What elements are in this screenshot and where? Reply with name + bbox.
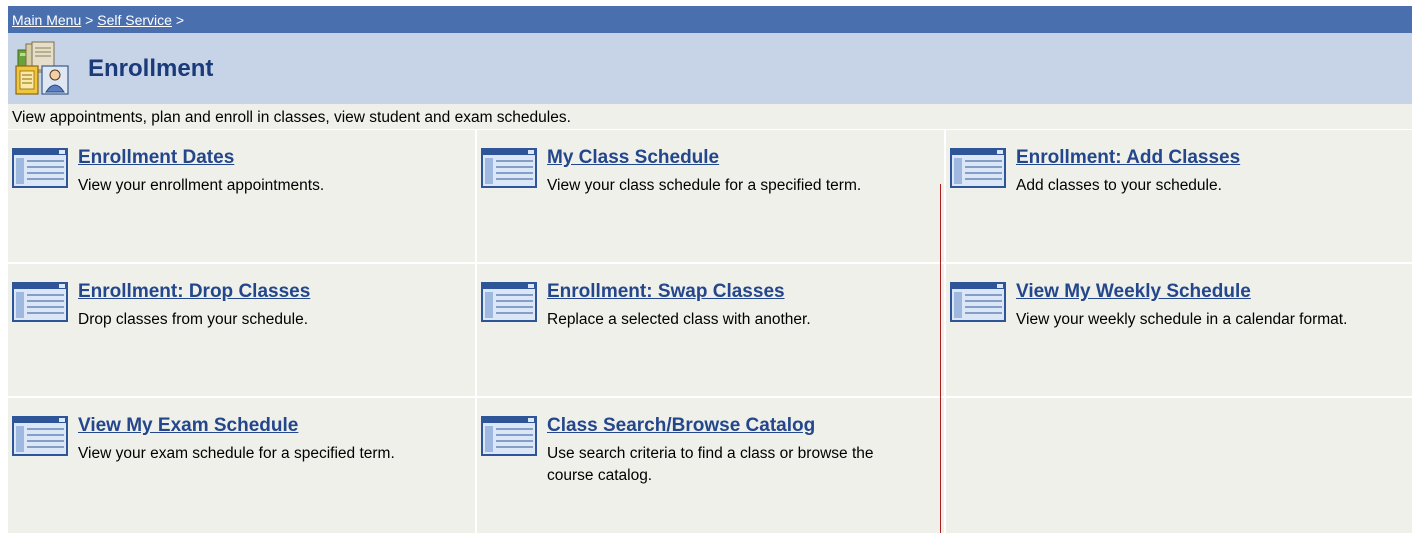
breadcrumb-separator: > xyxy=(85,12,94,28)
page-header: Enrollment xyxy=(8,33,1412,104)
link-description: Add classes to your schedule. xyxy=(1016,177,1222,194)
link-description: Use search criteria to find a class or b… xyxy=(547,445,874,484)
menu-item: Class Search/Browse Catalog Use search c… xyxy=(477,398,944,533)
breadcrumb-main-menu[interactable]: Main Menu xyxy=(12,12,81,28)
link-description: View your class schedule for a specified… xyxy=(547,177,862,194)
link-description: Replace a selected class with another. xyxy=(547,311,811,328)
link-description: View your exam schedule for a specified … xyxy=(78,445,395,462)
link-description: Drop classes from your schedule. xyxy=(78,311,309,328)
link-enrollment-dates[interactable]: Enrollment Dates xyxy=(78,147,234,169)
menu-item: Enrollment: Add Classes Add classes to y… xyxy=(946,130,1412,262)
page-icon xyxy=(12,282,68,322)
page-icon xyxy=(950,282,1006,322)
breadcrumb-separator: > xyxy=(175,12,185,28)
menu-item: Enrollment Dates View your enrollment ap… xyxy=(8,130,475,262)
link-my-class-schedule[interactable]: My Class Schedule xyxy=(547,147,719,169)
link-view-my-exam-schedule[interactable]: View My Exam Schedule xyxy=(78,415,298,437)
link-class-search-browse-catalog[interactable]: Class Search/Browse Catalog xyxy=(547,415,815,437)
menu-item: My Class Schedule View your class schedu… xyxy=(477,130,944,262)
page-title: Enrollment xyxy=(88,55,214,82)
menu-item: Enrollment: Drop Classes Drop classes fr… xyxy=(8,264,475,396)
link-enrollment-drop-classes[interactable]: Enrollment: Drop Classes xyxy=(78,281,310,303)
page-icon xyxy=(950,148,1006,188)
empty-cell xyxy=(946,398,1412,533)
page-icon xyxy=(481,282,537,322)
link-description: View your enrollment appointments. xyxy=(78,177,325,194)
page-icon xyxy=(12,416,68,456)
menu-item: View My Exam Schedule View your exam sch… xyxy=(8,398,475,533)
breadcrumb-self-service[interactable]: Self Service xyxy=(97,12,172,28)
vertical-divider-line xyxy=(940,184,941,533)
page-icon xyxy=(12,148,68,188)
page-description: View appointments, plan and enroll in cl… xyxy=(8,104,1412,130)
breadcrumb: Main Menu > Self Service > xyxy=(8,6,1412,33)
link-grid: Enrollment Dates View your enrollment ap… xyxy=(8,130,1412,533)
link-description: View your weekly schedule in a calendar … xyxy=(1016,311,1348,328)
link-enrollment-add-classes[interactable]: Enrollment: Add Classes xyxy=(1016,147,1240,169)
enrollment-folder-icon xyxy=(15,41,69,95)
menu-item: View My Weekly Schedule View your weekly… xyxy=(946,264,1412,396)
page-icon xyxy=(481,416,537,456)
link-view-my-weekly-schedule[interactable]: View My Weekly Schedule xyxy=(1016,281,1251,303)
menu-item: Enrollment: Swap Classes Replace a selec… xyxy=(477,264,944,396)
link-enrollment-swap-classes[interactable]: Enrollment: Swap Classes xyxy=(547,281,785,303)
page-icon xyxy=(481,148,537,188)
